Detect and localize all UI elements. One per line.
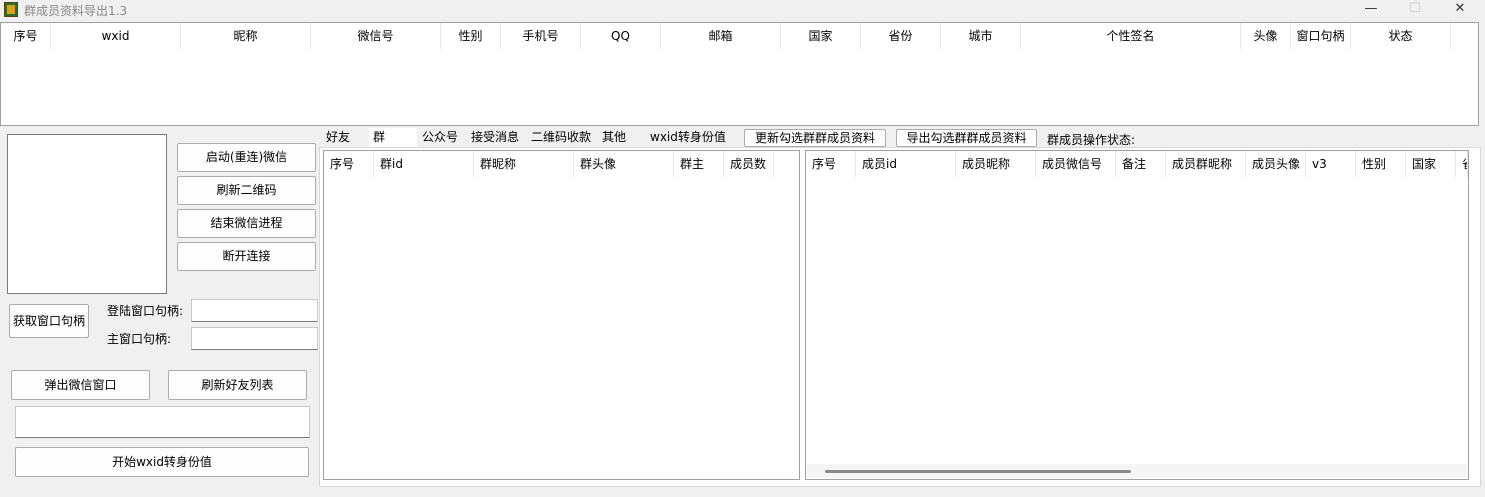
column-header[interactable]: 序号 bbox=[324, 151, 374, 177]
column-header[interactable]: 群昵称 bbox=[474, 151, 574, 177]
column-header[interactable]: 昵称 bbox=[181, 23, 311, 49]
main-handle-field[interactable] bbox=[191, 327, 318, 350]
column-header[interactable]: 手机号 bbox=[501, 23, 581, 49]
column-header[interactable]: 状态 bbox=[1351, 23, 1451, 49]
column-header[interactable]: 序号 bbox=[806, 151, 856, 177]
tab-groups[interactable]: 群 bbox=[369, 128, 417, 147]
column-header[interactable]: 群主 bbox=[674, 151, 724, 177]
group-members-list[interactable]: 序号 成员id 成员昵称 成员微信号 备注 成员群昵称 成员头像 v3 性别 国… bbox=[805, 150, 1469, 480]
qr-code-box bbox=[7, 134, 167, 294]
column-header[interactable]: 头像 bbox=[1241, 23, 1291, 49]
refresh-qr-button[interactable]: 刷新二维码 bbox=[177, 176, 316, 205]
column-header[interactable]: 性别 bbox=[1356, 151, 1406, 177]
tab-receive-messages[interactable]: 接受消息 bbox=[467, 128, 523, 147]
start-wechat-button[interactable]: 启动(重连)微信 bbox=[177, 143, 316, 172]
end-wechat-process-button[interactable]: 结束微信进程 bbox=[177, 209, 316, 238]
column-header[interactable]: 备注 bbox=[1116, 151, 1166, 177]
column-header[interactable]: QQ bbox=[581, 23, 661, 49]
column-header[interactable]: 成员头像 bbox=[1246, 151, 1306, 177]
tab-other[interactable]: 其他 bbox=[598, 128, 630, 147]
tab-qr-payment[interactable]: 二维码收款 bbox=[527, 128, 595, 147]
friends-detail-table[interactable]: 序号 wxid 昵称 微信号 性别 手机号 QQ 邮箱 国家 省份 城市 个性签… bbox=[0, 22, 1479, 126]
window-bottom-edge bbox=[0, 490, 1485, 497]
column-header[interactable]: 序号 bbox=[1, 23, 51, 49]
column-header[interactable]: 邮箱 bbox=[661, 23, 781, 49]
login-handle-field[interactable] bbox=[191, 299, 318, 322]
refresh-friend-list-button[interactable]: 刷新好友列表 bbox=[168, 370, 307, 400]
get-window-handle-button[interactable]: 获取窗口句柄 bbox=[9, 304, 89, 338]
tab-official-accounts[interactable]: 公众号 bbox=[418, 128, 462, 147]
close-button[interactable]: ✕ bbox=[1438, 0, 1482, 20]
column-header[interactable]: 城市 bbox=[941, 23, 1021, 49]
column-header[interactable]: 窗口句柄 bbox=[1291, 23, 1351, 49]
export-group-members-button[interactable]: 导出勾选群群成员资料 bbox=[896, 129, 1037, 147]
update-group-members-button[interactable]: 更新勾选群群成员资料 bbox=[744, 129, 886, 147]
column-header[interactable]: 成员昵称 bbox=[956, 151, 1036, 177]
column-header[interactable]: 省 bbox=[1456, 151, 1468, 177]
login-handle-label: 登陆窗口句柄: bbox=[107, 304, 184, 318]
scrollbar-thumb[interactable] bbox=[825, 470, 1131, 473]
column-header[interactable]: wxid bbox=[51, 23, 181, 49]
column-header[interactable]: 群id bbox=[374, 151, 474, 177]
column-header[interactable]: 成员微信号 bbox=[1036, 151, 1116, 177]
column-header[interactable]: 微信号 bbox=[311, 23, 441, 49]
column-header[interactable]: v3 bbox=[1306, 151, 1356, 177]
start-wxid-convert-button[interactable]: 开始wxid转身份值 bbox=[15, 447, 309, 477]
minimize-button[interactable]: — bbox=[1349, 0, 1393, 20]
tab-wxid-convert[interactable]: wxid转身份值 bbox=[646, 128, 730, 147]
column-header[interactable]: 成员数 bbox=[724, 151, 774, 177]
column-header[interactable]: 成员id bbox=[856, 151, 956, 177]
column-header[interactable]: 性别 bbox=[441, 23, 501, 49]
wxid-text-field[interactable] bbox=[15, 406, 310, 438]
tab-friends[interactable]: 好友 bbox=[322, 128, 354, 147]
group-status-label: 群成员操作状态: bbox=[1047, 133, 1136, 147]
popup-wechat-window-button[interactable]: 弹出微信窗口 bbox=[11, 370, 150, 400]
groups-list[interactable]: 序号 群id 群昵称 群头像 群主 成员数 bbox=[323, 150, 800, 480]
column-header[interactable]: 国家 bbox=[781, 23, 861, 49]
column-header[interactable]: 省份 bbox=[861, 23, 941, 49]
column-header[interactable]: 成员群昵称 bbox=[1166, 151, 1246, 177]
column-header[interactable]: 个性签名 bbox=[1021, 23, 1241, 49]
horizontal-scrollbar[interactable] bbox=[807, 464, 1467, 478]
disconnect-button[interactable]: 断开连接 bbox=[177, 242, 316, 271]
window-title: 群成员资料导出1.3 bbox=[24, 4, 128, 18]
title-bar: 群成员资料导出1.3 — ☐ ✕ bbox=[0, 0, 1485, 20]
maximize-button[interactable]: ☐ bbox=[1393, 0, 1437, 20]
column-header[interactable]: 国家 bbox=[1406, 151, 1456, 177]
app-icon bbox=[4, 2, 18, 17]
column-header[interactable]: 群头像 bbox=[574, 151, 674, 177]
main-handle-label: 主窗口句柄: bbox=[107, 332, 172, 346]
